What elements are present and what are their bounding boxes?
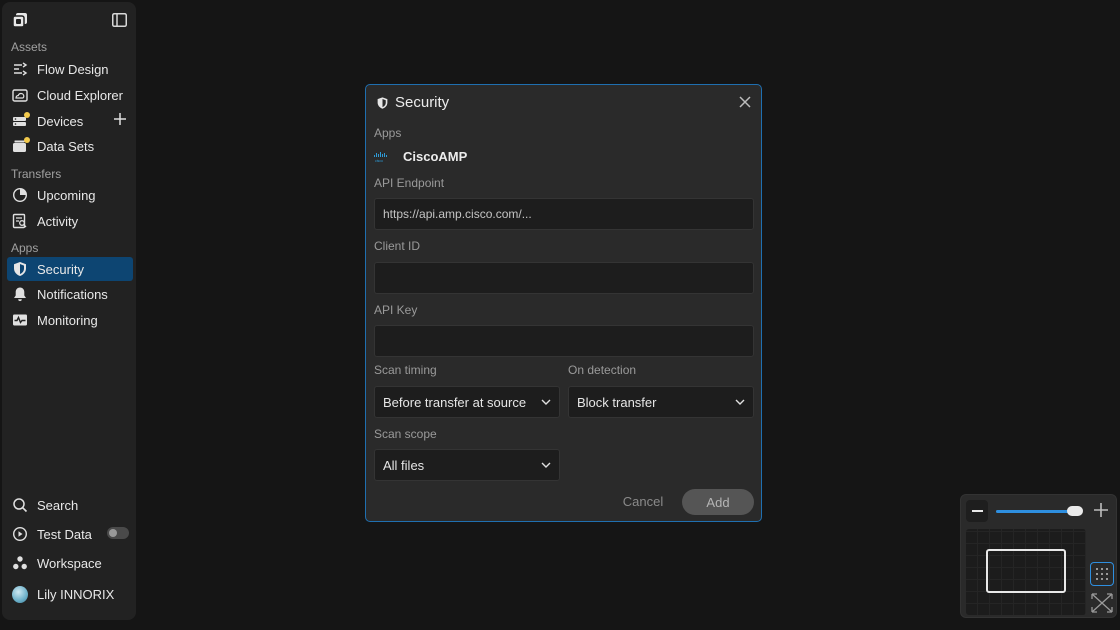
notification-dot <box>24 112 30 118</box>
sidebar-item-activity[interactable]: Activity <box>7 209 133 233</box>
app-name: CiscoAMP <box>403 149 468 164</box>
scan-timing-select[interactable]: Before transfer at source <box>374 386 560 418</box>
add-button[interactable]: Add <box>682 489 754 515</box>
scan-timing-label: Scan timing <box>374 363 437 377</box>
sidebar-item-devices[interactable]: Devices <box>7 109 133 133</box>
on-detection-select[interactable]: Block transfer <box>568 386 754 418</box>
sidebar-item-label: Security <box>37 261 84 277</box>
section-label-assets: Assets <box>11 40 48 54</box>
sidebar-item-label: Notifications <box>37 286 108 302</box>
cancel-button[interactable]: Cancel <box>616 490 670 512</box>
scan-scope-label: Scan scope <box>374 427 437 441</box>
sidebar-item-flow-design[interactable]: Flow Design <box>7 57 133 81</box>
minimap-canvas[interactable] <box>966 529 1086 615</box>
zoom-slider[interactable] <box>996 506 1084 516</box>
avatar <box>12 585 28 603</box>
security-dialog: Security Apps cisco CiscoAMP API Endpoin… <box>365 84 762 522</box>
client-id-label: Client ID <box>374 239 421 253</box>
workspace-icon <box>12 555 28 571</box>
monitor-icon <box>12 312 28 328</box>
datasets-icon <box>12 137 30 154</box>
api-endpoint-label: API Endpoint <box>374 176 445 190</box>
sidebar-toggle-icon[interactable] <box>112 13 127 27</box>
grid-toggle-button[interactable] <box>1090 562 1114 586</box>
sidebar-item-security[interactable]: Security <box>7 257 133 281</box>
grid-dots-icon <box>1096 568 1108 580</box>
sidebar-user[interactable]: Lily INNORIX <box>7 582 133 606</box>
section-label-apps: Apps <box>11 241 39 255</box>
search-label: Search <box>37 497 79 513</box>
search-icon <box>12 497 28 513</box>
user-name: Lily INNORIX <box>37 586 115 602</box>
sidebar: Assets Flow Design Cloud Explorer Device… <box>2 2 136 620</box>
api-endpoint-input[interactable] <box>374 198 754 230</box>
api-key-input[interactable] <box>374 325 754 357</box>
section-label-transfers: Transfers <box>11 167 62 181</box>
zoom-out-button[interactable] <box>966 500 988 522</box>
sidebar-item-label: Cloud Explorer <box>37 87 123 103</box>
selected-app: cisco CiscoAMP <box>374 149 467 164</box>
app-logo-icon[interactable] <box>12 12 28 28</box>
client-id-input[interactable] <box>374 262 754 294</box>
sidebar-item-cloud-explorer[interactable]: Cloud Explorer <box>7 83 133 107</box>
svg-text:cisco: cisco <box>375 159 383 162</box>
sidebar-item-label: Upcoming <box>37 187 96 203</box>
bell-icon <box>12 286 28 302</box>
zoom-slider-thumb[interactable] <box>1067 506 1084 516</box>
sidebar-search[interactable]: Search <box>7 493 133 517</box>
sidebar-workspace[interactable]: Workspace <box>7 551 133 575</box>
minimap-panel <box>960 494 1117 618</box>
close-icon[interactable] <box>739 96 751 108</box>
play-circle-icon <box>12 526 28 542</box>
sidebar-item-label: Monitoring <box>37 312 98 328</box>
sidebar-item-monitoring[interactable]: Monitoring <box>7 308 133 332</box>
chevron-down-icon <box>541 462 551 468</box>
test-data-toggle[interactable] <box>107 527 129 539</box>
scan-scope-select[interactable]: All files <box>374 449 560 481</box>
sidebar-item-data-sets[interactable]: Data Sets <box>7 134 133 158</box>
scan-timing-value: Before transfer at source <box>383 394 527 410</box>
sidebar-item-label: Flow Design <box>37 61 109 77</box>
on-detection-value: Block transfer <box>577 394 657 410</box>
shield-icon <box>377 97 388 109</box>
apps-label: Apps <box>374 126 402 140</box>
on-detection-label: On detection <box>568 363 637 377</box>
chevron-down-icon <box>541 399 551 405</box>
sidebar-header <box>2 2 136 38</box>
devices-icon <box>12 112 30 129</box>
minimap-viewport[interactable] <box>986 549 1066 593</box>
sidebar-item-notifications[interactable]: Notifications <box>7 282 133 306</box>
sidebar-item-label: Devices <box>37 113 84 129</box>
test-data-label: Test Data <box>37 526 92 542</box>
workspace-label: Workspace <box>37 555 102 571</box>
sidebar-test-data[interactable]: Test Data <box>7 522 133 546</box>
api-key-label: API Key <box>374 303 418 317</box>
chevron-down-icon <box>735 399 745 405</box>
cloud-icon <box>12 87 28 103</box>
shield-icon <box>12 261 28 277</box>
sidebar-item-upcoming[interactable]: Upcoming <box>7 183 133 207</box>
add-device-icon[interactable] <box>114 113 126 125</box>
cisco-logo-icon: cisco <box>374 151 387 162</box>
sidebar-item-label: Activity <box>37 213 79 229</box>
fit-view-icon[interactable] <box>1090 592 1114 614</box>
dialog-title: Security <box>395 94 450 111</box>
notification-dot <box>24 137 30 143</box>
scan-scope-value: All files <box>383 457 425 473</box>
flow-icon <box>12 61 28 77</box>
sidebar-item-label: Data Sets <box>37 138 95 154</box>
clock-icon <box>12 187 28 203</box>
activity-icon <box>12 213 28 229</box>
zoom-slider-fill <box>996 510 1076 513</box>
zoom-in-icon[interactable] <box>1093 502 1109 518</box>
